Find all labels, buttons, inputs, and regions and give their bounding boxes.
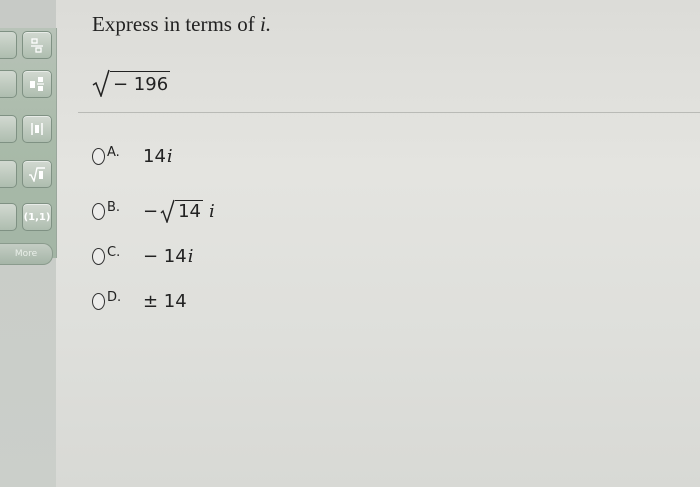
palette-left-tab-5[interactable] [0, 203, 17, 231]
ordered-pair-icon: (1,1) [23, 211, 51, 223]
nth-root-icon [28, 166, 46, 182]
palette-left-tab-4[interactable] [0, 160, 17, 188]
question-divider [78, 112, 700, 113]
mixed-fraction-icon [29, 76, 45, 92]
choice-b[interactable]: B. − 14 i [92, 199, 215, 225]
choice-d-letter: D. [107, 290, 122, 305]
choice-c[interactable]: C. − 14 i [92, 245, 193, 267]
choice-c-value: − 14 i [143, 246, 193, 267]
choice-b-sign: − [143, 200, 159, 222]
fraction-button[interactable] [22, 31, 52, 59]
square-root-icon [92, 69, 110, 99]
ordered-pair-button[interactable]: (1,1) [22, 203, 52, 231]
question-expression: − 196 [92, 68, 171, 99]
choice-b-letter: B. [107, 199, 121, 215]
absolute-value-icon [29, 121, 45, 137]
palette-left-tab-2[interactable] [0, 70, 17, 98]
choice-c-letter: C. [107, 245, 121, 260]
screen: (1,1) More Express in terms of i. − 196 … [0, 0, 700, 487]
choice-b-radicand: 14 [175, 200, 203, 222]
mixed-fraction-button[interactable] [22, 70, 52, 98]
question-prompt: Express in terms of i. [92, 12, 271, 37]
choice-a-number: 14 [143, 146, 166, 167]
choice-d-radio[interactable] [92, 293, 105, 310]
palette-left-tab-3[interactable] [0, 115, 17, 143]
choice-c-number: − 14 [143, 246, 187, 267]
choice-c-radio[interactable] [92, 248, 105, 265]
choice-b-radical: 14 [160, 199, 203, 225]
choice-b-variable: i [209, 200, 215, 222]
absolute-value-button[interactable] [22, 115, 52, 143]
choice-a-letter: A. [107, 145, 120, 160]
fraction-icon [29, 37, 45, 53]
math-palette: (1,1) More [0, 0, 57, 487]
choice-a-value: 14 i [143, 146, 173, 167]
square-root-icon [160, 199, 175, 225]
choice-b-radio[interactable] [92, 202, 105, 220]
choice-a-variable: i [166, 146, 173, 167]
question-radicand: − 196 [110, 70, 171, 96]
choice-b-value: − 14 i [143, 199, 215, 225]
choice-a[interactable]: A. 14 i [92, 145, 173, 167]
choice-d[interactable]: D. ± 14 [92, 290, 187, 312]
more-label: More [14, 249, 38, 259]
choice-d-number: ± 14 [143, 291, 187, 312]
choice-a-radio[interactable] [92, 148, 105, 165]
question-text: Express in terms of [92, 12, 260, 36]
choice-c-variable: i [187, 246, 194, 267]
question-variable: i. [259, 12, 272, 36]
choice-d-value: ± 14 [143, 291, 187, 312]
nth-root-button[interactable] [22, 160, 52, 188]
more-button[interactable]: More [0, 243, 53, 265]
palette-left-tab-1[interactable] [0, 31, 17, 59]
